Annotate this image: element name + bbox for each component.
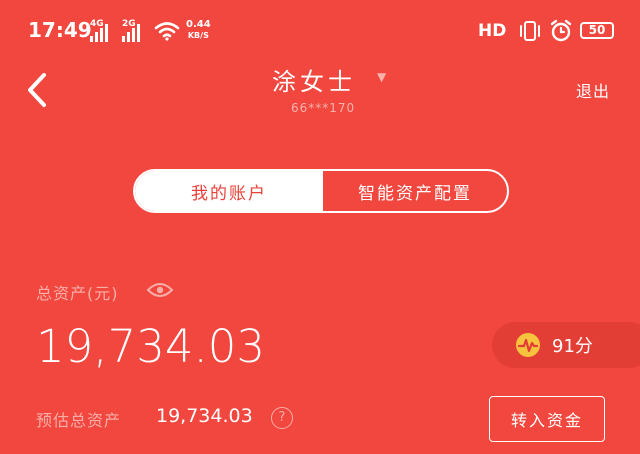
total-assets-label: 总资产(元) (36, 284, 119, 303)
hd-indicator: HD (478, 21, 507, 41)
wifi-icon (154, 22, 180, 41)
help-icon[interactable]: ? (271, 407, 293, 429)
network-speed-unit: KB/S (187, 31, 209, 40)
health-score-text: 91分 (552, 336, 593, 357)
signal-icon: 2G (122, 20, 152, 42)
vibrate-icon (520, 21, 540, 41)
eye-icon[interactable] (146, 281, 174, 299)
logout-button[interactable]: 退出 (576, 78, 610, 102)
triangle-down-icon[interactable]: ▼ (377, 70, 386, 84)
health-score-icon (516, 333, 540, 357)
status-time: 17:49 (28, 18, 92, 42)
network-speed: 0.44 KB/S (186, 19, 211, 41)
battery-icon: 50 (580, 22, 614, 39)
tab-smart-allocation[interactable]: 智能资产配置 (323, 171, 507, 211)
tab-my-account[interactable]: 我的账户 (135, 171, 323, 211)
user-name[interactable]: 涂女士 (272, 62, 356, 97)
estimated-assets-label: 预估总资产 (36, 411, 122, 430)
account-tabs: 我的账户 智能资产配置 (133, 169, 509, 213)
phone-number: 66***170 (291, 101, 356, 115)
chevron-left-icon[interactable] (22, 70, 52, 110)
total-assets-value: 19,734.03 (36, 320, 266, 373)
estimated-assets-value: 19,734.03 (156, 405, 253, 427)
alarm-icon (550, 19, 572, 42)
transfer-in-button[interactable]: 转入资金 (489, 396, 605, 442)
signal-icon: 4G (90, 20, 120, 42)
network-speed-value: 0.44 (186, 19, 211, 30)
health-score-badge[interactable]: 91分 (492, 322, 640, 368)
